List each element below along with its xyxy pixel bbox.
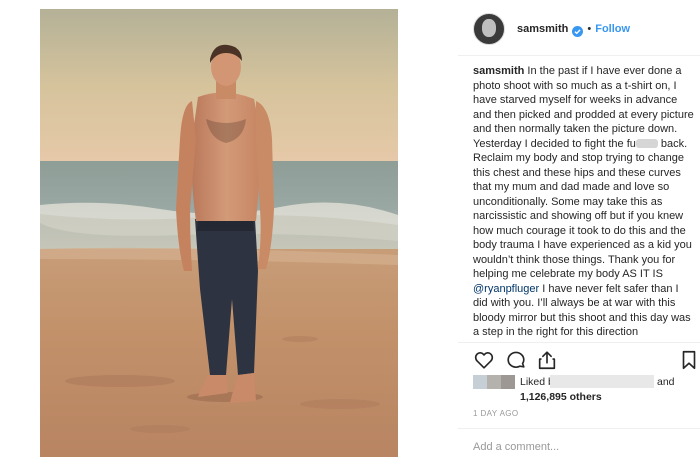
header-username[interactable]: samsmith	[517, 23, 568, 35]
post-actions	[473, 349, 696, 373]
post-side-panel: samsmith • Follow samsmith In the past i…	[458, 0, 700, 466]
liker-avatar	[473, 375, 487, 389]
post-caption: samsmith In the past if I have ever done…	[473, 64, 695, 342]
header-divider	[458, 55, 700, 56]
post-header: samsmith • Follow	[458, 9, 700, 49]
likes-summary: Liked by and 1,126,895 others	[473, 373, 698, 403]
heart-icon[interactable]	[473, 349, 495, 371]
verified-badge-icon	[572, 24, 584, 37]
bookmark-icon[interactable]	[678, 349, 700, 371]
avatar[interactable]	[473, 13, 505, 45]
header-separator: •	[587, 23, 592, 35]
censored-word	[635, 138, 658, 148]
beach-photo-illustration	[40, 9, 398, 457]
comment-divider	[458, 428, 700, 429]
add-comment-input[interactable]	[473, 438, 688, 456]
liker-avatar	[501, 375, 515, 389]
avatar-face	[482, 19, 496, 37]
follow-button[interactable]: Follow	[595, 23, 630, 35]
caption-username[interactable]: samsmith	[473, 65, 524, 77]
caption-text-part-2: back. Reclaim my body and stop trying to…	[473, 137, 692, 281]
likes-and-label: and	[657, 376, 675, 388]
comment-bubble-icon[interactable]	[505, 349, 527, 371]
share-icon[interactable]	[536, 349, 558, 371]
instagram-post: samsmith • Follow samsmith In the past i…	[0, 0, 700, 466]
likes-count-link[interactable]: 1,126,895 others	[520, 391, 602, 403]
post-timestamp[interactable]: 1 DAY AGO	[473, 409, 519, 418]
liker-avatar	[487, 375, 501, 389]
liker-name-redacted[interactable]	[550, 375, 654, 388]
post-photo[interactable]	[40, 9, 398, 457]
caption-mention-link[interactable]: @ryanpfluger	[473, 283, 539, 295]
caption-divider	[458, 342, 700, 343]
liker-avatars[interactable]	[473, 375, 515, 389]
